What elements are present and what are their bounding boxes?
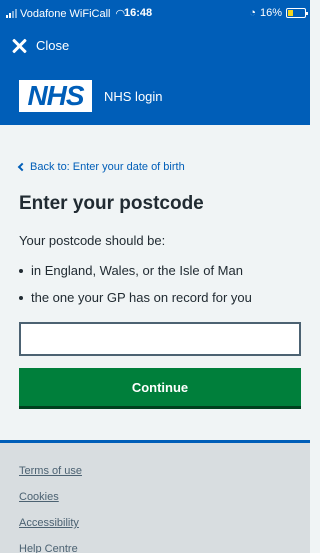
continue-button[interactable]: Continue: [19, 368, 301, 406]
close-icon[interactable]: [12, 39, 26, 53]
nhs-logo: NHS: [19, 80, 92, 112]
postcode-hint: Your postcode should be:: [19, 233, 166, 248]
close-button[interactable]: Close: [12, 38, 69, 53]
status-bar: Vodafone WiFiCall ◠ 16:48 ◔ 16%: [0, 0, 310, 28]
header-bar: Vodafone WiFiCall ◠ 16:48 ◔ 16% Close NH…: [0, 0, 310, 125]
footer: Terms of use Cookies Accessibility Help …: [0, 443, 310, 553]
postcode-input[interactable]: [19, 322, 301, 356]
carrier-name: Vodafone WiFiCall: [20, 7, 111, 20]
close-label[interactable]: Close: [36, 38, 69, 53]
alarm-icon: ◔: [249, 7, 256, 19]
bullet-icon: [19, 269, 23, 273]
footer-link-accessibility[interactable]: Accessibility: [19, 517, 82, 531]
bullet-icon: [19, 296, 23, 300]
battery-group: ◔ 16%: [249, 7, 308, 19]
list-item: in England, Wales, or the Isle of Man: [19, 263, 252, 278]
rule-text: in England, Wales, or the Isle of Man: [31, 263, 243, 278]
chevron-left-icon: [17, 162, 27, 172]
page-title: Enter your postcode: [19, 193, 204, 214]
back-link-label[interactable]: Back to: Enter your date of birth: [30, 161, 185, 173]
footer-link-help-centre[interactable]: Help Centre: [19, 543, 82, 553]
footer-link-cookies[interactable]: Cookies: [19, 491, 82, 505]
brand: NHS NHS login: [19, 80, 163, 112]
back-link[interactable]: Back to: Enter your date of birth: [17, 161, 185, 173]
rule-text: the one your GP has on record for you: [31, 290, 252, 305]
footer-link-terms[interactable]: Terms of use: [19, 465, 82, 479]
list-item: the one your GP has on record for you: [19, 290, 252, 305]
battery-icon: [286, 8, 308, 18]
battery-percent: 16%: [259, 7, 282, 19]
main-content: Back to: Enter your date of birth Enter …: [0, 125, 310, 440]
footer-links: Terms of use Cookies Accessibility Help …: [19, 465, 82, 553]
brand-title: NHS login: [104, 88, 163, 104]
postcode-rules: in England, Wales, or the Isle of Man th…: [19, 263, 252, 317]
status-time: 16:48: [124, 7, 153, 19]
signal-icon: [6, 9, 17, 18]
carrier-group: Vodafone WiFiCall ◠: [6, 7, 125, 20]
